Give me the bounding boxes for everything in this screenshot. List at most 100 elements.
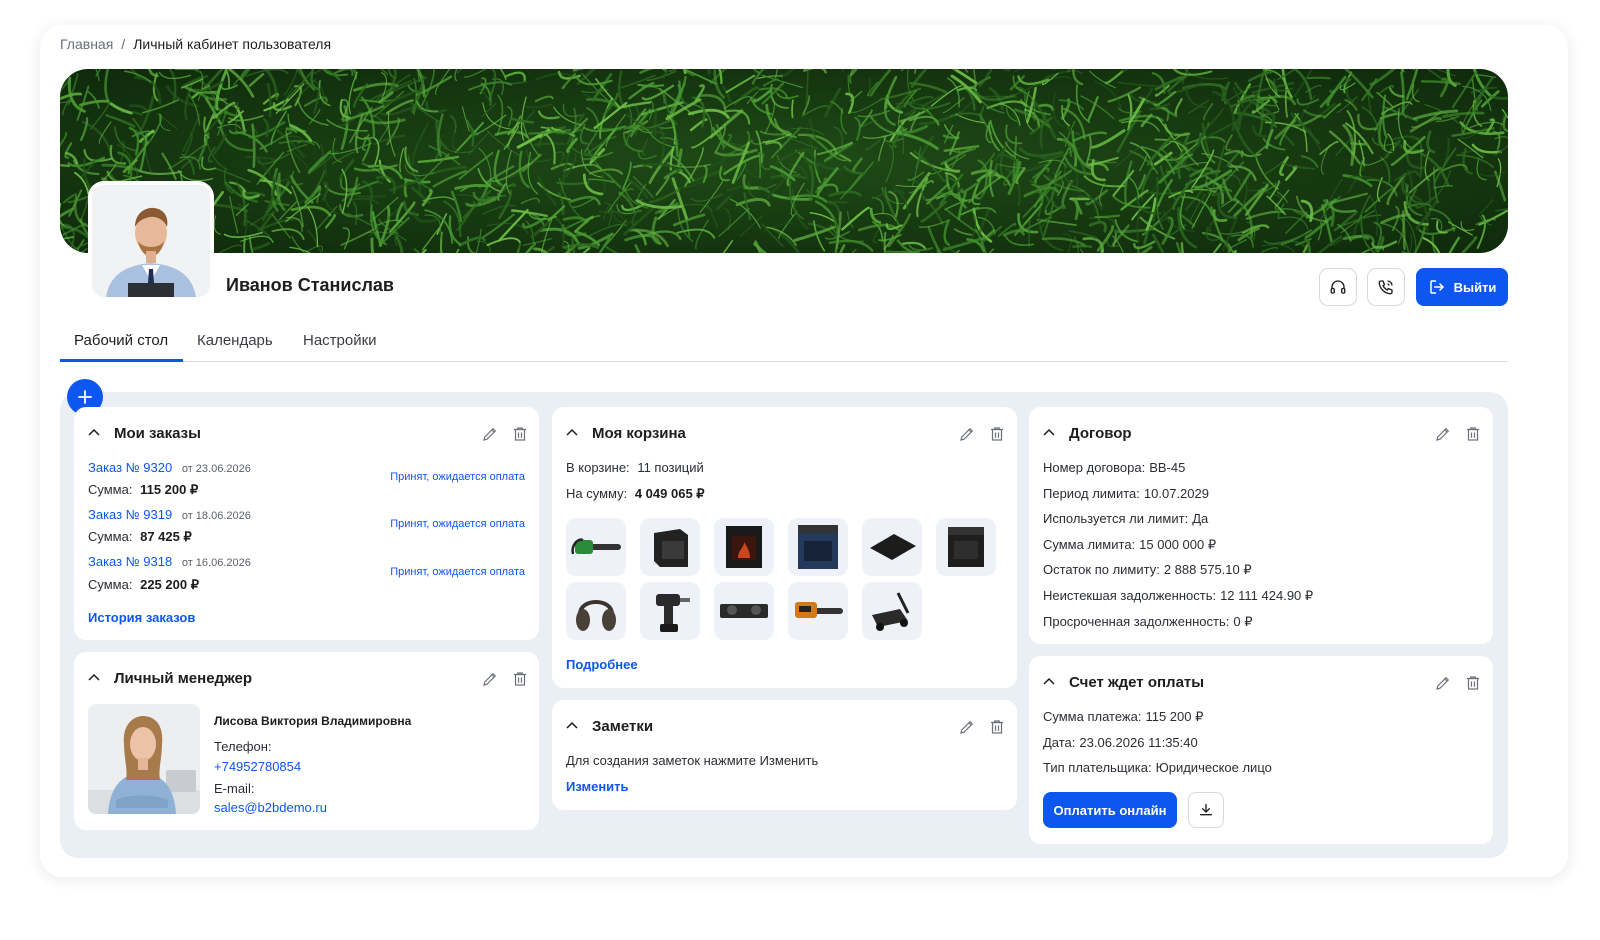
user-avatar-image bbox=[92, 185, 210, 297]
cart-product-chainsaw[interactable] bbox=[566, 518, 626, 576]
cart-sum: На сумму: 4 049 065 ₽ bbox=[566, 486, 705, 501]
order-sum: Сумма: 115 200 ₽ bbox=[88, 482, 199, 497]
widget-title: Заметки bbox=[592, 718, 654, 735]
order-date: от 18.06.2026 bbox=[181, 510, 251, 522]
cart-product-drill[interactable] bbox=[640, 582, 700, 640]
gas-stove-icon bbox=[948, 527, 984, 567]
grass-blade bbox=[1028, 219, 1031, 248]
order-sum: Сумма: 225 200 ₽ bbox=[88, 577, 199, 592]
widget-cart: Моя корзина В корзине: 11 позиций На сум… bbox=[552, 407, 1017, 688]
grass-blade bbox=[1350, 142, 1369, 146]
grass-blade bbox=[1306, 76, 1331, 80]
grass-blade bbox=[1072, 245, 1093, 248]
tab-settings[interactable]: Настройки bbox=[303, 332, 377, 349]
pencil-icon[interactable] bbox=[481, 425, 499, 443]
gas-hob-icon bbox=[720, 604, 768, 618]
widget-contract: Договор Номер договора: BB-45 Период лими… bbox=[1029, 407, 1493, 644]
manager-photo bbox=[88, 704, 200, 814]
trash-icon[interactable] bbox=[988, 425, 1006, 443]
manager-email-link[interactable]: sales@b2bdemo.ru bbox=[214, 800, 327, 815]
cart-more-link[interactable]: Подробнее bbox=[566, 657, 638, 672]
pencil-icon[interactable] bbox=[958, 425, 976, 443]
pencil-icon[interactable] bbox=[481, 670, 499, 688]
order-row: Заказ № 9318 от 16.06.2026 bbox=[88, 554, 251, 569]
drill-icon bbox=[656, 594, 690, 632]
breadcrumb-current: Личный кабинет пользователя bbox=[133, 36, 332, 52]
pencil-icon[interactable] bbox=[958, 718, 976, 736]
widget-title: Личный менеджер bbox=[114, 670, 253, 687]
widget-title: Договор bbox=[1069, 425, 1132, 442]
trash-icon[interactable] bbox=[511, 425, 529, 443]
logout-button[interactable]: Выйти bbox=[1416, 268, 1508, 306]
chevron-up-icon[interactable] bbox=[88, 427, 100, 437]
manager-phone-link[interactable]: +74952780854 bbox=[214, 759, 301, 774]
headphones-product-icon bbox=[576, 600, 616, 631]
tab-desktop[interactable]: Рабочий стол bbox=[74, 332, 168, 349]
cart-product-gas-hob[interactable] bbox=[714, 582, 774, 640]
phone-call-icon bbox=[1378, 280, 1393, 295]
chevron-up-icon[interactable] bbox=[1043, 676, 1055, 686]
cart-product-induction-hob[interactable] bbox=[862, 518, 922, 576]
order-date: от 16.06.2026 bbox=[181, 557, 251, 569]
chevron-up-icon[interactable] bbox=[1043, 427, 1055, 437]
chainsaw-icon bbox=[571, 538, 621, 555]
cart-product-oven[interactable] bbox=[640, 518, 700, 576]
trash-icon[interactable] bbox=[988, 718, 1006, 736]
widget-invoice: Счет ждет оплаты Сумма платежа: 115 200 ₽… bbox=[1029, 656, 1493, 844]
cart-product-chainsaw-orange[interactable] bbox=[788, 582, 848, 640]
induction-hob-icon bbox=[870, 534, 916, 560]
grass-banner-image bbox=[60, 69, 1508, 253]
order-history-link[interactable]: История заказов bbox=[88, 610, 195, 625]
cart-product-stove[interactable] bbox=[788, 518, 848, 576]
breadcrumb-home[interactable]: Главная bbox=[60, 36, 113, 52]
chevron-up-icon[interactable] bbox=[88, 672, 100, 682]
call-button[interactable] bbox=[1367, 268, 1405, 306]
invoice-row: Сумма платежа: 115 200 ₽ bbox=[1043, 709, 1204, 724]
download-icon bbox=[1200, 804, 1212, 816]
contract-row: Неистекшая задолженность: 12 111 424.90 ₽ bbox=[1043, 588, 1314, 603]
tab-calendar[interactable]: Календарь bbox=[197, 332, 273, 349]
chainsaw-orange-icon bbox=[795, 602, 843, 618]
widget-title: Моя корзина bbox=[592, 425, 686, 442]
headphones-icon bbox=[1330, 280, 1346, 294]
cart-product-fireplace[interactable] bbox=[714, 518, 774, 576]
order-row: Заказ № 9320 от 23.06.2026 bbox=[88, 460, 251, 475]
contract-row: Остаток по лимиту: 2 888 575.10 ₽ bbox=[1043, 562, 1252, 577]
pencil-icon[interactable] bbox=[1434, 674, 1452, 692]
notes-text: Для создания заметок нажмите Изменить bbox=[566, 753, 819, 768]
order-number-link[interactable]: Заказ № 9318 bbox=[88, 554, 172, 569]
logout-label: Выйти bbox=[1453, 279, 1497, 295]
user-avatar[interactable] bbox=[88, 181, 214, 301]
manager-photo-image bbox=[88, 704, 200, 814]
grass-blade bbox=[637, 83, 665, 87]
invoice-row: Дата: 23.06.2026 11:35:40 bbox=[1043, 735, 1198, 750]
breadcrumb-separator: / bbox=[121, 36, 126, 52]
widget-orders: Мои заказы Заказ № 9320 от 23.06.2026 Пр… bbox=[74, 407, 539, 640]
trash-icon[interactable] bbox=[1464, 425, 1482, 443]
support-button[interactable] bbox=[1319, 268, 1357, 306]
logout-icon bbox=[1429, 280, 1444, 294]
plus-icon bbox=[78, 390, 92, 404]
trash-icon[interactable] bbox=[1464, 674, 1482, 692]
order-number-link[interactable]: Заказ № 9319 bbox=[88, 507, 172, 522]
chevron-up-icon[interactable] bbox=[566, 720, 578, 730]
fireplace-icon bbox=[726, 526, 762, 568]
cart-product-headphones[interactable] bbox=[566, 582, 626, 640]
pencil-icon[interactable] bbox=[1434, 425, 1452, 443]
user-name: Иванов Станислав bbox=[226, 275, 394, 295]
trash-icon[interactable] bbox=[511, 670, 529, 688]
manager-phone-label: Телефон: bbox=[214, 739, 272, 754]
cart-product-lawn-mower[interactable] bbox=[862, 582, 922, 640]
order-number-link[interactable]: Заказ № 9320 bbox=[88, 460, 172, 475]
chevron-up-icon[interactable] bbox=[566, 427, 578, 437]
order-status: Принят, ожидается оплата bbox=[390, 566, 525, 578]
cart-product-gas-stove[interactable] bbox=[936, 518, 996, 576]
pay-online-button[interactable]: Оплатить онлайн bbox=[1043, 792, 1177, 828]
contract-row: Сумма лимита: 15 000 000 ₽ bbox=[1043, 537, 1217, 552]
cart-count: В корзине: 11 позиций bbox=[566, 460, 704, 475]
download-invoice-button[interactable] bbox=[1188, 792, 1224, 828]
lawn-mower-icon bbox=[872, 592, 910, 631]
order-status: Принят, ожидается оплата bbox=[390, 518, 525, 530]
notes-edit-link[interactable]: Изменить bbox=[566, 779, 629, 794]
tab-bar: Рабочий стол Календарь Настройки bbox=[60, 322, 1508, 362]
